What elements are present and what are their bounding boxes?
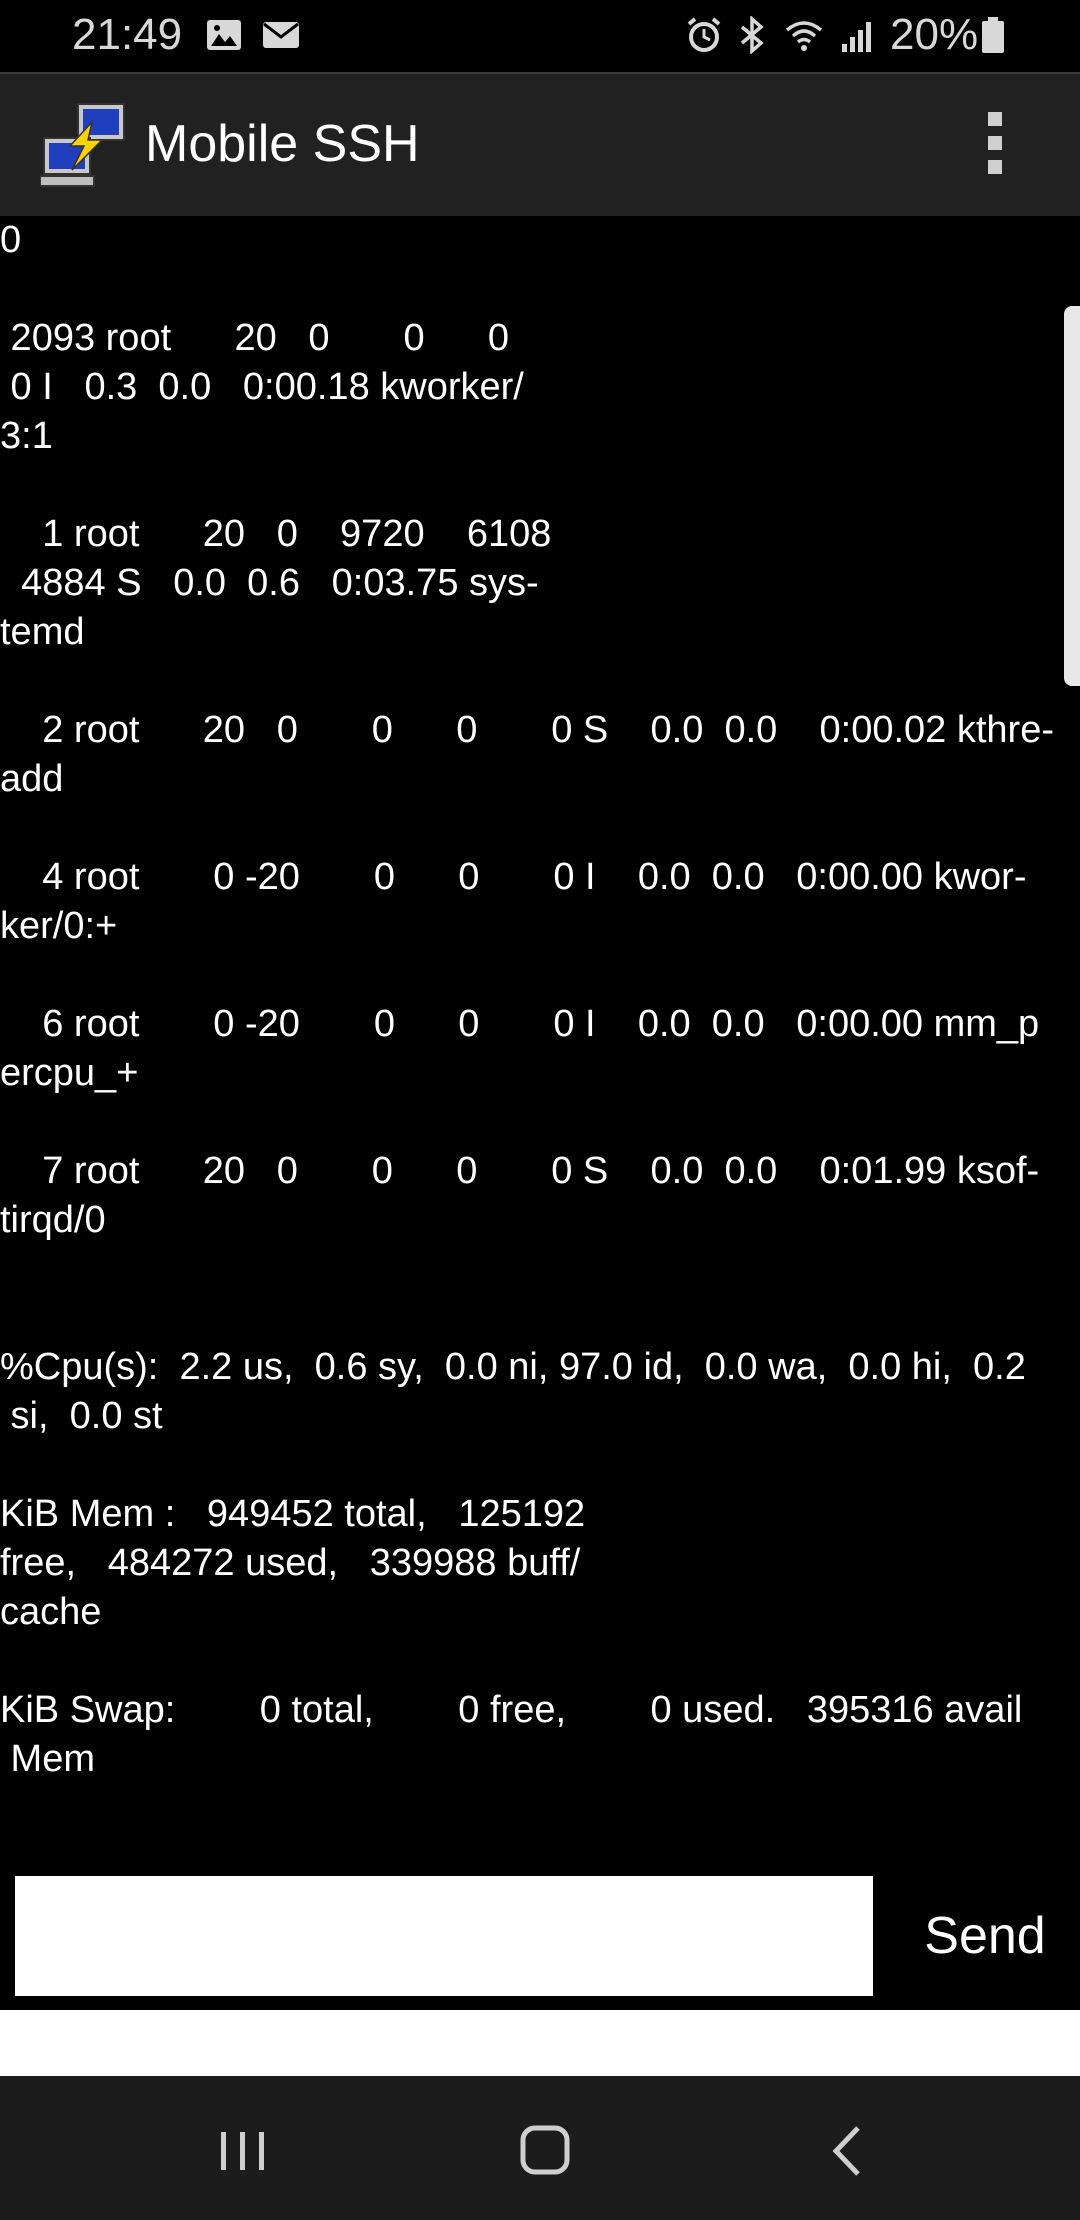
recents-icon[interactable] — [203, 2116, 283, 2186]
terminal-line: 7 root 20 0 0 0 0 S 0.0 0.0 0:01.99 ksof… — [0, 1150, 1040, 1192]
command-row: Send — [0, 1846, 1080, 2010]
terminal-line: 2093 root 20 0 0 0 — [0, 317, 510, 359]
overflow-menu-icon[interactable] — [975, 112, 1015, 182]
terminal-line: 6 root 0 -20 0 0 0 I 0.0 0.0 0:00.00 mm_… — [0, 1003, 1040, 1045]
signal-icon — [842, 22, 871, 52]
send-button[interactable]: Send — [905, 1876, 1065, 1996]
bluetooth-icon — [740, 16, 764, 54]
terminal-text: 0 2093 root 20 0 0 0 0 I 0.3 0.0 0:00.18… — [0, 216, 1080, 1784]
terminal-line: 4884 S 0.0 0.6 0:03.75 sys- — [0, 562, 539, 604]
terminal-line: KiB Swap: 0 total, 0 free, 0 used. 39531… — [0, 1689, 1023, 1731]
terminal-line: 0 I 0.3 0.0 0:00.18 kworker/ — [0, 366, 524, 408]
app-title: Mobile SSH — [145, 115, 420, 173]
terminal-line: si, 0.0 st — [0, 1395, 163, 1437]
terminal-line: 2 root 20 0 0 0 0 S 0.0 0.0 0:00.02 kthr… — [0, 709, 1054, 751]
terminal-line: cache — [0, 1591, 102, 1633]
terminal-line: 1 root 20 0 9720 6108 — [0, 513, 552, 555]
keyboard-area — [0, 2010, 1080, 2076]
navigation-bar — [0, 2076, 1080, 2220]
battery-icon — [982, 17, 1004, 53]
terminal-line: Mem — [0, 1738, 95, 1780]
terminal-line: KiB Mem : 949452 total, 125192 — [0, 1493, 586, 1535]
terminal-line: 0 — [0, 219, 22, 261]
terminal-line: tirqd/0 — [0, 1199, 106, 1241]
app-bar: Mobile SSH — [0, 72, 1080, 218]
terminal-line: %Cpu(s): 2.2 us, 0.6 sy, 0.0 ni, 97.0 id… — [0, 1346, 1026, 1388]
terminal-line: 3:1 — [0, 415, 53, 457]
terminal-line: ercpu_+ — [0, 1052, 139, 1094]
status-time: 21:49 — [72, 10, 183, 59]
mail-icon — [263, 22, 299, 48]
terminal-output[interactable]: 0 2093 root 20 0 0 0 0 I 0.3 0.0 0:00.18… — [0, 216, 1080, 1846]
home-icon[interactable] — [505, 2116, 585, 2186]
terminal-line: add — [0, 758, 64, 800]
status-bar: 21:49 20% — [0, 0, 1080, 72]
terminal-line: free, 484272 used, 339988 buff/ — [0, 1542, 581, 1584]
alarm-icon — [687, 17, 721, 52]
terminal-line: 4 root 0 -20 0 0 0 I 0.0 0.0 0:00.00 kwo… — [0, 856, 1027, 898]
wifi-icon — [785, 21, 823, 51]
terminal-scrollbar[interactable] — [1064, 306, 1080, 686]
battery-percent: 20% — [890, 10, 979, 59]
terminal-line: temd — [0, 611, 85, 653]
back-icon[interactable] — [808, 2116, 888, 2186]
computer-network-icon — [40, 103, 125, 187]
image-icon — [207, 20, 241, 50]
terminal-line: ker/0:+ — [0, 905, 118, 947]
command-input[interactable] — [15, 1876, 873, 1996]
